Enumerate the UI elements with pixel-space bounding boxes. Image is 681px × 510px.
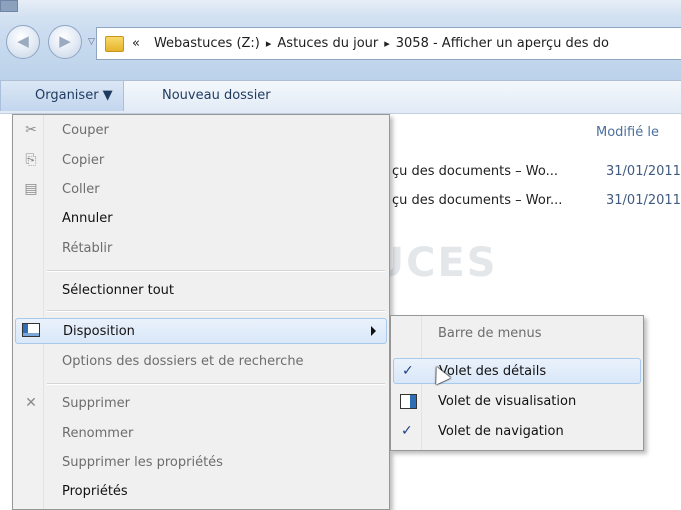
command-bar: Organiser ▼ Nouveau dossier bbox=[0, 81, 681, 114]
breadcrumb-item[interactable]: 3058 - Afficher un aperçu des do bbox=[396, 36, 609, 51]
menu-item-label: Volet de visualisation bbox=[438, 394, 577, 409]
submenu-item-preview-pane[interactable]: Volet de visualisation bbox=[393, 389, 641, 415]
checkmark-icon: ✓ bbox=[402, 363, 414, 379]
menu-separator bbox=[47, 310, 385, 312]
title-strip bbox=[0, 0, 681, 14]
menu-item-cut[interactable]: ✂ Couper bbox=[15, 118, 387, 144]
menu-item-undo[interactable]: Annuler bbox=[15, 206, 387, 232]
file-date: 31/01/2011 bbox=[606, 193, 681, 208]
scissors-icon: ✂ bbox=[25, 122, 37, 138]
menu-item-remove-properties[interactable]: Supprimer les propriétés bbox=[15, 450, 387, 476]
menu-item-redo[interactable]: Rétablir bbox=[15, 236, 387, 262]
organise-button[interactable]: Organiser ▼ bbox=[0, 81, 124, 111]
breadcrumb-arrow-icon[interactable]: ▸ bbox=[384, 37, 390, 50]
layout-icon bbox=[22, 323, 40, 337]
menu-item-paste[interactable]: ▤ Coller bbox=[15, 177, 387, 203]
menu-item-label: Annuler bbox=[62, 211, 113, 226]
breadcrumb-arrow-icon[interactable]: ▸ bbox=[266, 37, 272, 50]
menu-item-label: Disposition bbox=[63, 324, 135, 339]
breadcrumb-overflow[interactable]: « bbox=[132, 36, 140, 51]
menu-item-label: Options des dossiers et de recherche bbox=[62, 354, 304, 369]
folder-icon bbox=[105, 35, 124, 52]
submenu-item-navigation-pane[interactable]: ✓ Volet de navigation bbox=[393, 419, 641, 445]
back-button[interactable]: ◀ bbox=[6, 25, 40, 59]
menu-item-label: Supprimer les propriétés bbox=[62, 455, 223, 470]
explorer-header: ◀ ▶ ▽ « Webastuces (Z:) ▸ Astuces du jou… bbox=[0, 0, 681, 81]
forward-button[interactable]: ▶ bbox=[48, 25, 82, 59]
menu-item-label: Volet de navigation bbox=[438, 424, 564, 439]
menu-item-select-all[interactable]: Sélectionner tout bbox=[15, 278, 387, 304]
menu-item-label: Copier bbox=[62, 153, 105, 168]
menu-item-label: Propriétés bbox=[62, 484, 128, 499]
menu-item-properties[interactable]: Propriétés bbox=[15, 479, 387, 505]
file-name[interactable]: çu des documents – Wor... bbox=[392, 193, 562, 208]
menu-item-label: Renommer bbox=[62, 426, 134, 441]
submenu-item-menu-bar[interactable]: Barre de menus bbox=[393, 321, 641, 347]
address-bar[interactable]: « Webastuces (Z:) ▸ Astuces du jour ▸ 30… bbox=[96, 27, 681, 60]
clipboard-icon: ▤ bbox=[24, 181, 38, 197]
window-corner-button[interactable] bbox=[0, 0, 18, 12]
menu-item-folder-options[interactable]: Options des dossiers et de recherche bbox=[15, 349, 387, 375]
menu-item-copy[interactable]: ⎘ Copier bbox=[15, 148, 387, 174]
menu-item-label: Volet des détails bbox=[439, 364, 547, 379]
checkmark-icon: ✓ bbox=[401, 423, 413, 439]
menu-separator bbox=[47, 270, 385, 272]
organise-menu: ✂ Couper ⎘ Copier ▤ Coller Annuler Rétab… bbox=[12, 114, 390, 510]
menu-item-label: Coller bbox=[62, 182, 100, 197]
recent-pages-dropdown-icon[interactable]: ▽ bbox=[88, 37, 95, 47]
menu-item-layout[interactable]: Disposition bbox=[15, 318, 387, 344]
copy-icon: ⎘ bbox=[25, 152, 37, 168]
column-header-modified[interactable]: Modifié le bbox=[596, 125, 659, 140]
menu-item-label: Couper bbox=[62, 123, 109, 138]
breadcrumb-item[interactable]: Astuces du jour bbox=[277, 36, 378, 51]
menu-item-rename[interactable]: Renommer bbox=[15, 421, 387, 447]
layout-submenu: Barre de menus ✓ Volet des détails Volet… bbox=[390, 315, 644, 451]
file-date: 31/01/2011 bbox=[606, 164, 681, 179]
menu-item-label: Rétablir bbox=[62, 241, 113, 256]
menu-item-label: Sélectionner tout bbox=[62, 283, 175, 298]
new-folder-button[interactable]: Nouveau dossier bbox=[152, 81, 281, 111]
submenu-arrow-icon bbox=[371, 326, 376, 336]
delete-x-icon: ✕ bbox=[25, 395, 37, 411]
file-name[interactable]: çu des documents – Wo... bbox=[392, 164, 558, 179]
menu-item-label: Supprimer bbox=[62, 396, 130, 411]
menu-separator bbox=[47, 383, 385, 385]
preview-pane-icon bbox=[400, 394, 417, 409]
forward-arrow-icon: ▶ bbox=[59, 32, 71, 50]
back-arrow-icon: ◀ bbox=[17, 32, 29, 50]
menu-item-label: Barre de menus bbox=[438, 326, 542, 341]
menu-item-delete[interactable]: ✕ Supprimer bbox=[15, 391, 387, 417]
breadcrumb-item[interactable]: Webastuces (Z:) bbox=[154, 36, 260, 51]
